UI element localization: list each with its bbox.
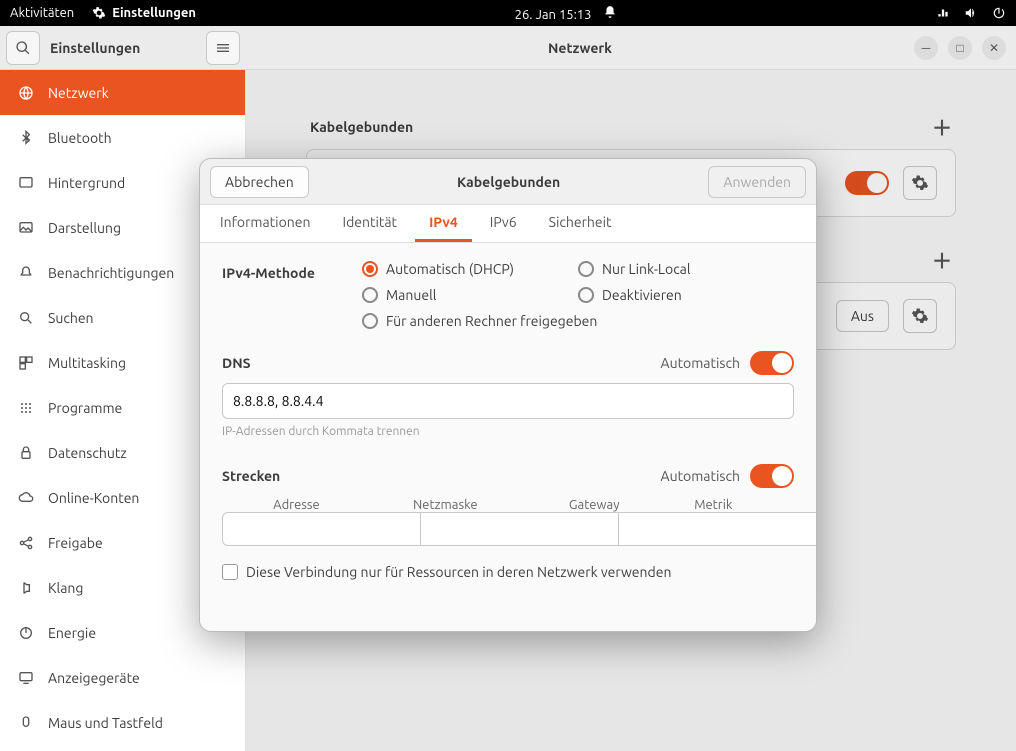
window-header: Einstellungen Netzwerk ─ □ ✕ — [0, 26, 1016, 70]
radio-label: Für anderen Rechner freigegeben — [386, 313, 597, 329]
search-button[interactable] — [6, 31, 40, 65]
window-maximize[interactable]: □ — [948, 36, 972, 60]
dialog-tabs: Informationen Identität IPv4 IPv6 Sicher… — [200, 205, 816, 243]
activities-label[interactable]: Aktivitäten — [10, 6, 74, 20]
sidebar-item-mouse[interactable]: Maus und Tastfeld — [0, 700, 245, 745]
resource-only-label: Diese Verbindung nur für Ressourcen in d… — [246, 564, 671, 580]
radio-disable[interactable]: Deaktivieren — [578, 287, 794, 303]
bell-icon — [603, 5, 617, 19]
radio-label: Manuell — [386, 287, 436, 303]
route-col-netmask: Netzmaske — [371, 498, 520, 512]
sidebar-item-label: Maus und Tastfeld — [48, 715, 163, 731]
sidebar-item-displays[interactable]: Anzeigegeräte — [0, 655, 245, 700]
volume-icon[interactable] — [964, 6, 978, 20]
tab-identitaet[interactable]: Identität — [328, 205, 411, 242]
app-menu-label: Einstellungen — [112, 6, 196, 20]
tab-informationen[interactable]: Informationen — [206, 205, 324, 242]
search-icon — [15, 40, 31, 56]
hamburger-icon — [215, 40, 231, 56]
sidebar-item-label: Netzwerk — [48, 85, 109, 101]
radio-dhcp[interactable]: Automatisch (DHCP) — [362, 261, 578, 277]
clock[interactable]: 26. Jan 15:13 — [196, 5, 936, 22]
dns-input[interactable] — [222, 383, 794, 419]
checkbox-icon — [222, 564, 238, 580]
routes-auto-label: Automatisch — [660, 468, 740, 484]
route-col-metric: Metrik — [669, 498, 758, 512]
clock-label: 26. Jan 15:13 — [515, 8, 592, 22]
sidebar-item-label: Anzeigegeräte — [48, 670, 140, 686]
dns-hint: IP-Adressen durch Kommata trennen — [222, 425, 794, 438]
sidebar-item-label: Suchen — [48, 310, 94, 326]
route-gateway-input[interactable] — [618, 512, 816, 546]
tab-ipv4[interactable]: IPv4 — [415, 205, 472, 242]
tab-ipv6[interactable]: IPv6 — [476, 205, 531, 242]
power-icon[interactable] — [992, 6, 1006, 20]
route-address-input[interactable] — [222, 512, 420, 546]
radio-manual[interactable]: Manuell — [362, 287, 578, 303]
cancel-button[interactable]: Abbrechen — [210, 166, 309, 198]
sidebar-item-label: Multitasking — [48, 355, 126, 371]
gear-icon — [92, 6, 106, 20]
sidebar-item-label: Datenschutz — [48, 445, 127, 461]
dns-label: DNS — [222, 355, 251, 371]
route-row — [222, 512, 794, 546]
ipv4-method-label: IPv4-Methode — [222, 261, 362, 281]
sidebar-item-label: Energie — [48, 625, 96, 641]
sidebar-item-label: Bluetooth — [48, 130, 112, 146]
network-status-icon[interactable] — [936, 6, 950, 20]
window-close[interactable]: ✕ — [982, 36, 1006, 60]
routes-label: Strecken — [222, 468, 280, 484]
sidebar-item-label: Freigabe — [48, 535, 103, 551]
sidebar-item-label: Klang — [48, 580, 83, 596]
window-minimize[interactable]: ─ — [914, 36, 938, 60]
routes-auto-toggle[interactable] — [750, 464, 794, 488]
app-menu[interactable]: Einstellungen — [92, 6, 196, 20]
radio-label: Deaktivieren — [602, 287, 682, 303]
resource-only-checkbox[interactable]: Diese Verbindung nur für Ressourcen in d… — [222, 564, 794, 580]
sidebar-item-network[interactable]: Netzwerk — [0, 70, 245, 115]
dns-auto-toggle[interactable] — [750, 351, 794, 375]
dialog-title: Kabelgebunden — [457, 174, 560, 190]
radio-label: Automatisch (DHCP) — [386, 261, 514, 277]
radio-label: Nur Link-Local — [602, 261, 691, 277]
radio-link-local[interactable]: Nur Link-Local — [578, 261, 794, 277]
route-col-address: Adresse — [222, 498, 371, 512]
route-netmask-input[interactable] — [420, 512, 618, 546]
connection-dialog: Abbrechen Kabelgebunden Anwenden Informa… — [199, 158, 817, 632]
sidebar-item-bluetooth[interactable]: Bluetooth — [0, 115, 245, 160]
route-col-gateway: Gateway — [520, 498, 669, 512]
page-title: Netzwerk — [246, 40, 914, 56]
hamburger-button[interactable] — [206, 31, 240, 65]
tab-sicherheit[interactable]: Sicherheit — [535, 205, 626, 242]
sidebar-item-label: Benachrichtigungen — [48, 265, 174, 281]
sidebar-item-label: Darstellung — [48, 220, 121, 236]
apply-button[interactable]: Anwenden — [708, 166, 806, 198]
sidebar-item-label: Hintergrund — [48, 175, 125, 191]
dns-auto-label: Automatisch — [660, 355, 740, 371]
sidebar-item-label: Online-Konten — [48, 490, 139, 506]
gnome-top-bar: Aktivitäten Einstellungen 26. Jan 15:13 — [0, 0, 1016, 26]
sidebar-item-label: Programme — [48, 400, 122, 416]
radio-shared[interactable]: Für anderen Rechner freigegeben — [362, 313, 794, 329]
sidebar-title: Einstellungen — [46, 40, 200, 56]
